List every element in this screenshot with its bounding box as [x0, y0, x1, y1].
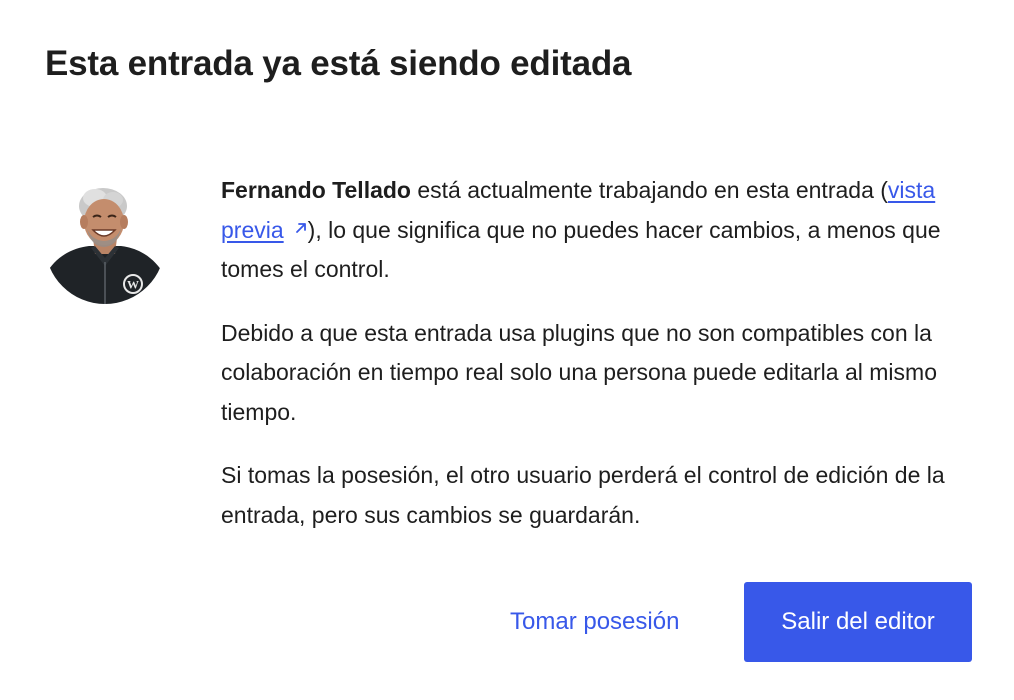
message-text-before-link: está actualmente trabajando en esta entr…: [410, 177, 888, 203]
dialog-body: Fernando Tellado está actualmente trabaj…: [221, 171, 981, 559]
editing-user-name: Fernando Tellado: [221, 177, 411, 203]
lock-dialog: Esta entrada ya está siendo editada W Fe…: [0, 0, 1014, 700]
takeover-warning-message: Si tomas la posesión, el otro usuario pe…: [221, 462, 945, 528]
svg-text:W: W: [127, 278, 139, 292]
user-avatar: W: [45, 184, 165, 304]
take-over-button[interactable]: Tomar posesión: [496, 582, 693, 662]
takeover-message: Fernando Tellado está actualmente trabaj…: [221, 171, 981, 290]
exit-editor-button[interactable]: Salir del editor: [744, 582, 972, 662]
avatar-photo-icon: W: [45, 184, 165, 304]
plugins-compatibility-message: Debido a que esta entrada usa plugins qu…: [221, 319, 937, 425]
message-text-after-link: ), lo que significa que no puedes hacer …: [221, 216, 941, 283]
external-link-icon: [295, 223, 306, 234]
dialog-title: Esta entrada ya está siendo editada: [45, 44, 632, 83]
